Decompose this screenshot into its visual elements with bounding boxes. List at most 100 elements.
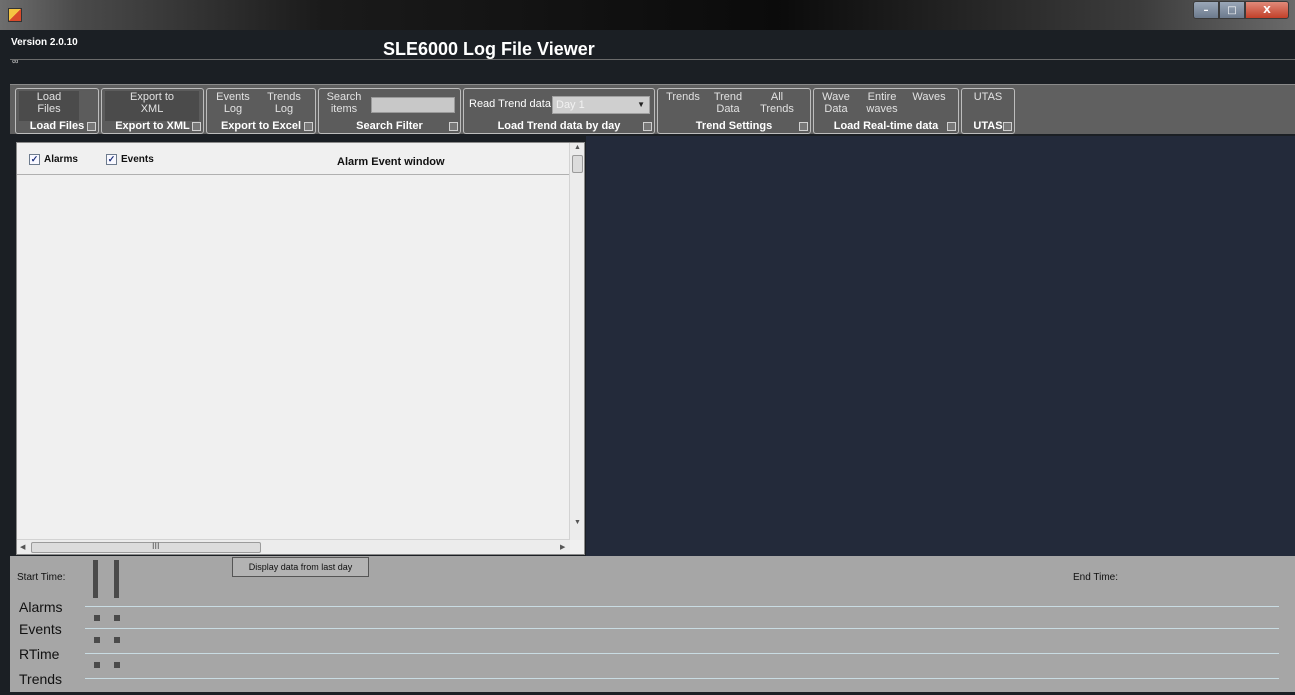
header-divider (10, 59, 1295, 60)
timeline-line-trends (85, 678, 1279, 679)
horizontal-scroll-thumb[interactable]: III (31, 541, 261, 553)
wave-data-button-label: Wave Data (822, 91, 850, 115)
events-log-button-label: Events Log (216, 91, 250, 115)
title-bar[interactable]: – □ X (0, 0, 1295, 30)
scroll-grip: III (152, 541, 160, 551)
timeline-panel: Start Time: Display data from last day E… (10, 556, 1295, 692)
group-utas: UTAS UTAS (961, 88, 1015, 134)
trends-button-label: Trends (666, 91, 700, 103)
timeline-line-alarms (85, 606, 1279, 607)
chevron-down-icon: ▼ (637, 100, 645, 109)
group-label-search-filter: Search Filter (356, 120, 423, 132)
timeline-marker-dot (94, 662, 100, 668)
alarm-event-window-title: Alarm Event window (337, 156, 445, 168)
timeline-line-rtime (85, 653, 1279, 654)
ribbon-toolbar: Load Files Load Files Export to XML Expo… (10, 84, 1295, 134)
timeline-marker-dot (114, 615, 120, 621)
alarms-checkbox-box[interactable]: ✓ (29, 154, 40, 165)
start-time-label: Start Time: (17, 572, 66, 583)
trends-button[interactable]: Trends (661, 91, 705, 121)
timeline-row-events: Events (19, 621, 62, 637)
load-trend-launcher-icon[interactable] (643, 122, 652, 131)
export-xml-button-label: Export to XML (129, 91, 175, 115)
timeline-marker-dot (114, 637, 120, 643)
trend-settings-launcher-icon[interactable] (799, 122, 808, 131)
timeline-start-marker[interactable] (93, 560, 98, 598)
realtime-launcher-icon[interactable] (947, 122, 956, 131)
all-trends-button[interactable]: All Trends (752, 91, 802, 121)
end-time-label: End Time: (1073, 572, 1119, 583)
header-glyph-icon: ∞ (12, 56, 19, 66)
app-icon[interactable] (8, 8, 22, 22)
load-files-launcher-icon[interactable] (87, 122, 96, 131)
close-button[interactable]: X (1245, 1, 1289, 19)
scroll-left-icon[interactable]: ◀ (20, 543, 25, 551)
waves-button-label: Waves (912, 91, 946, 103)
timeline-marker-dot (94, 615, 100, 621)
group-realtime: Wave Data Entire waves Waves Load Real-t… (813, 88, 959, 134)
maximize-button[interactable]: □ (1219, 1, 1245, 19)
timeline-end-marker[interactable] (114, 560, 119, 598)
app-window: – □ X Version 2.0.10 SLE6000 Log File Vi… (0, 0, 1295, 695)
alarms-checkbox-label: Alarms (44, 154, 78, 165)
alarms-checkbox[interactable]: ✓ Alarms (29, 154, 78, 165)
events-checkbox[interactable]: ✓ Events (106, 154, 154, 165)
timeline-marker-dot (94, 637, 100, 643)
group-search-filter: Search items Search Filter (318, 88, 461, 134)
timeline-line-events (85, 628, 1279, 629)
search-filter-launcher-icon[interactable] (449, 122, 458, 131)
export-excel-launcher-icon[interactable] (304, 122, 313, 131)
timeline-row-rtime: RTime (19, 646, 60, 662)
timeline-row-trends: Trends (19, 671, 63, 687)
alarm-event-header: ✓ Alarms ✓ Events Alarm Event window (17, 143, 570, 175)
minimize-button[interactable]: – (1193, 1, 1219, 19)
scroll-right-icon[interactable]: ▶ (560, 543, 565, 551)
read-trend-caption: Read Trend data (469, 98, 551, 110)
day-select[interactable]: Day 1 ▼ (552, 96, 650, 114)
entire-waves-button[interactable]: Entire waves (860, 91, 904, 121)
waves-button[interactable]: Waves (907, 91, 951, 121)
alarm-vertical-scrollbar[interactable]: ▲ ▼ (569, 143, 584, 540)
events-checkbox-box[interactable]: ✓ (106, 154, 117, 165)
group-label-export-xml: Export to XML (115, 120, 190, 132)
wave-data-button[interactable]: Wave Data (817, 91, 855, 121)
search-items-button-label: Search items (326, 91, 362, 115)
export-xml-button[interactable]: Export to XML (105, 91, 199, 121)
trends-log-button-label: Trends Log (267, 91, 301, 115)
vertical-scroll-thumb[interactable] (572, 155, 583, 173)
group-load-trend: Read Trend data Day 1 ▼ Load Trend data … (463, 88, 655, 134)
timeline-marker-dot (114, 662, 120, 668)
load-files-button[interactable]: Load Files (19, 91, 79, 121)
timeline-row-alarms: Alarms (19, 599, 63, 615)
trend-data-button-label: Trend Data (713, 91, 743, 115)
utas-button[interactable]: UTAS (965, 91, 1011, 121)
all-trends-button-label: All Trends (760, 91, 794, 115)
trend-plot-area (586, 136, 1295, 556)
group-label-export-excel: Export to Excel (220, 120, 302, 132)
alarm-horizontal-scrollbar[interactable]: ◀ III ▶ (17, 539, 570, 554)
load-files-button-label: Load Files (36, 91, 62, 115)
app-title: SLE6000 Log File Viewer (383, 39, 595, 59)
group-label-trend-settings: Trend Settings (695, 120, 773, 132)
group-label-load-files: Load Files (29, 120, 85, 132)
trends-log-button[interactable]: Trends Log (261, 91, 307, 121)
group-label-load-trend: Load Trend data by day (497, 120, 621, 132)
entire-waves-button-label: Entire waves (866, 91, 898, 115)
group-trend-settings: Trends Trend Data All Trends Trend Setti… (657, 88, 811, 134)
alarm-event-panel: ✓ Alarms ✓ Events Alarm Event window ▲ ▼… (16, 142, 585, 555)
version-label: Version 2.0.10 (11, 37, 78, 48)
trend-data-button[interactable]: Trend Data (708, 91, 748, 121)
export-xml-launcher-icon[interactable] (192, 122, 201, 131)
events-log-button[interactable]: Events Log (210, 91, 256, 121)
window-controls: – □ X (1193, 1, 1289, 19)
group-export-excel: Events Log Trends Log Export to Excel (206, 88, 316, 134)
group-label-realtime: Load Real-time data (833, 120, 939, 132)
search-input[interactable] (371, 97, 455, 113)
display-last-day-button[interactable]: Display data from last day (232, 557, 369, 577)
utas-launcher-icon[interactable] (1003, 122, 1012, 131)
group-export-xml: Export to XML Export to XML (101, 88, 204, 134)
scroll-up-icon[interactable]: ▲ (574, 144, 581, 151)
scroll-down-icon[interactable]: ▼ (574, 519, 581, 526)
events-checkbox-label: Events (121, 154, 154, 165)
search-items-button[interactable]: Search items (322, 91, 366, 121)
